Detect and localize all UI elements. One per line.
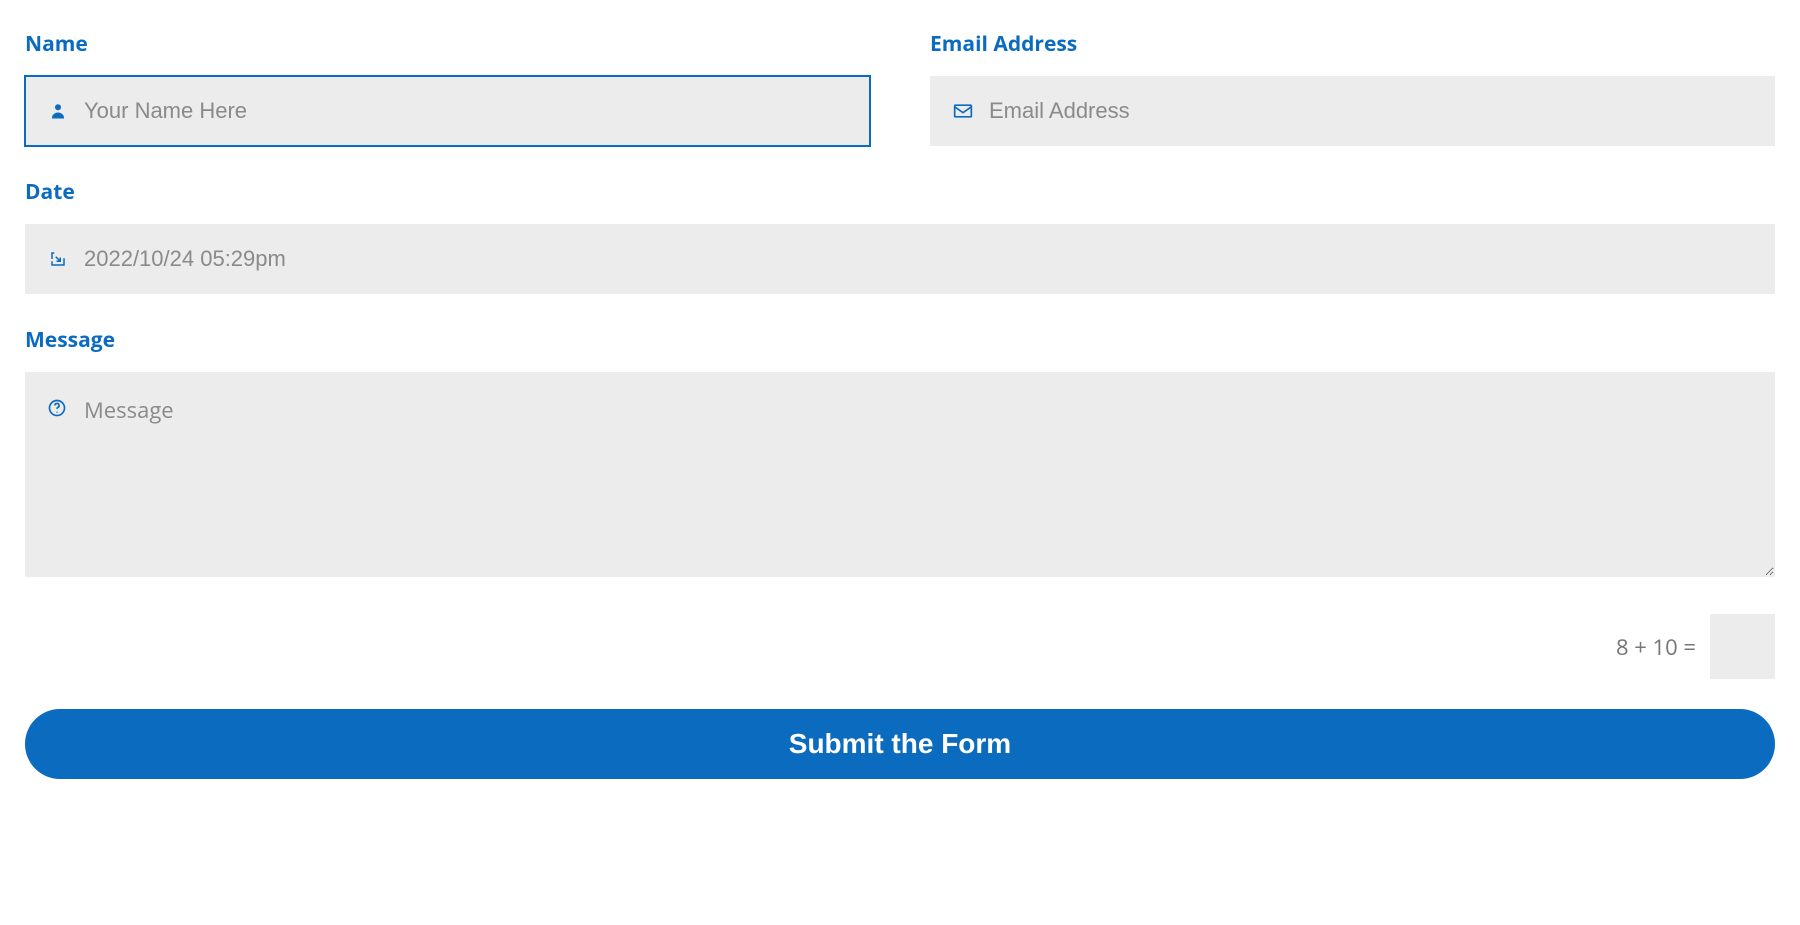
name-label: Name <box>25 30 870 58</box>
row-message: Message <box>25 326 1775 582</box>
user-icon <box>48 101 68 121</box>
field-message: Message <box>25 326 1775 582</box>
captcha-row: 8 + 10 = <box>25 614 1775 679</box>
date-label: Date <box>25 178 1775 206</box>
date-input-wrap[interactable] <box>25 224 1775 294</box>
email-input[interactable] <box>989 77 1752 145</box>
date-input[interactable] <box>84 225 1752 293</box>
email-input-wrap[interactable] <box>930 76 1775 146</box>
field-name: Name <box>25 30 870 146</box>
message-textarea[interactable] <box>25 372 1775 577</box>
name-input-wrap[interactable] <box>25 76 870 146</box>
row-date: Date <box>25 178 1775 294</box>
submit-button[interactable]: Submit the Form <box>25 709 1775 779</box>
email-label: Email Address <box>930 30 1775 58</box>
arrow-down-right-icon <box>48 249 68 269</box>
captcha-input[interactable] <box>1710 614 1775 679</box>
captcha-question: 8 + 10 = <box>1616 632 1696 662</box>
row-name-email: Name Email Address <box>25 30 1775 146</box>
field-date: Date <box>25 178 1775 294</box>
name-input[interactable] <box>84 77 847 145</box>
help-icon <box>47 398 67 418</box>
mail-icon <box>953 101 973 121</box>
field-email: Email Address <box>930 30 1775 146</box>
message-wrap <box>25 372 1775 582</box>
message-label: Message <box>25 326 1775 354</box>
